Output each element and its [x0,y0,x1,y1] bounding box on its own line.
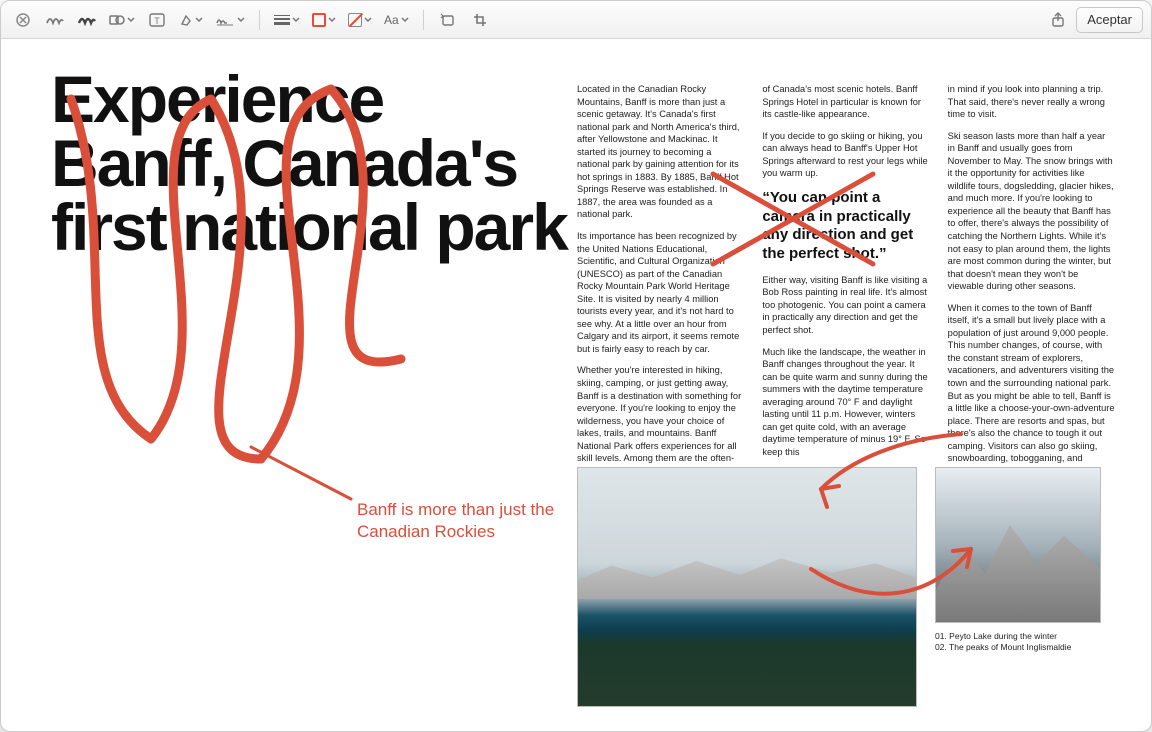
body-paragraph: Its importance has been recognized by th… [577,230,744,355]
column-1: Located in the Canadian Rocky Mountains,… [577,83,744,524]
chevron-down-icon [237,16,245,24]
crop-icon[interactable] [466,7,494,33]
text-tool-icon[interactable]: T [143,7,171,33]
sign-dropdown[interactable] [211,7,249,33]
fill-color-dropdown[interactable] [344,7,376,33]
leader-line-annotation[interactable] [251,447,351,499]
draw-icon[interactable] [73,7,101,33]
body-paragraph: Ski season lasts more than half a year i… [948,130,1115,293]
column-3: in mind if you look into planning a trip… [948,83,1115,524]
color-swatch-icon [312,13,326,27]
chevron-down-icon [401,16,409,24]
photo-side-wrap: 01. Peyto Lake during the winter 02. The… [935,467,1101,653]
annotation-text[interactable]: Banff is more than just the Canadian Roc… [357,499,577,543]
shapes-dropdown[interactable] [105,7,139,33]
photo-peyto-lake [577,467,917,707]
accept-button[interactable]: Aceptar [1076,7,1143,33]
rotate-icon[interactable] [434,7,462,33]
article-headline: Experience Banff, Canada's first nationa… [51,67,571,259]
chevron-down-icon [195,16,203,24]
body-paragraph: in mind if you look into planning a trip… [948,83,1115,121]
column-2: of Canada's most scenic hotels. Banff Sp… [762,83,929,524]
chevron-down-icon [292,16,300,24]
photo-inglismaldie [935,467,1101,623]
photo-captions: 01. Peyto Lake during the winter 02. The… [935,631,1101,653]
body-paragraph: Much like the landscape, the weather in … [762,346,929,459]
document-canvas[interactable]: Experience Banff, Canada's first nationa… [1,39,1151,731]
body-paragraph: of Canada's most scenic hotels. Banff Sp… [762,83,929,121]
stroke-width-dropdown[interactable] [270,7,304,33]
body-paragraph: When it comes to the town of Banff itsel… [948,302,1115,478]
toolbar-separator [259,10,260,30]
chevron-down-icon [328,16,336,24]
toolbar-separator [423,10,424,30]
text-style-dropdown[interactable]: Aa [380,7,413,33]
body-paragraph: Located in the Canadian Rocky Mountains,… [577,83,744,221]
share-icon[interactable] [1044,7,1072,33]
body-paragraph: If you decide to go skiing or hiking, yo… [762,130,929,180]
sketch-draw-icon[interactable] [41,7,69,33]
article-columns: Located in the Canadian Rocky Mountains,… [577,83,1115,524]
caption-line: 02. The peaks of Mount Inglismaldie [935,642,1101,653]
markup-toolbar: T Aa [1,1,1151,39]
accept-label: Aceptar [1087,12,1132,27]
no-fill-icon [348,13,362,27]
body-paragraph: Either way, visiting Banff is like visit… [762,274,929,337]
highlight-dropdown[interactable] [175,7,207,33]
preview-markup-window: T Aa [0,0,1152,732]
chevron-down-icon [364,16,372,24]
pull-quote: “You can point a camera in practically a… [762,189,929,264]
text-aa-label: Aa [384,13,399,27]
caption-line: 01. Peyto Lake during the winter [935,631,1101,642]
stroke-color-dropdown[interactable] [308,7,340,33]
chevron-down-icon [127,16,135,24]
svg-text:T: T [154,16,160,26]
photo-row: 01. Peyto Lake during the winter 02. The… [577,467,1115,707]
close-icon[interactable] [9,7,37,33]
